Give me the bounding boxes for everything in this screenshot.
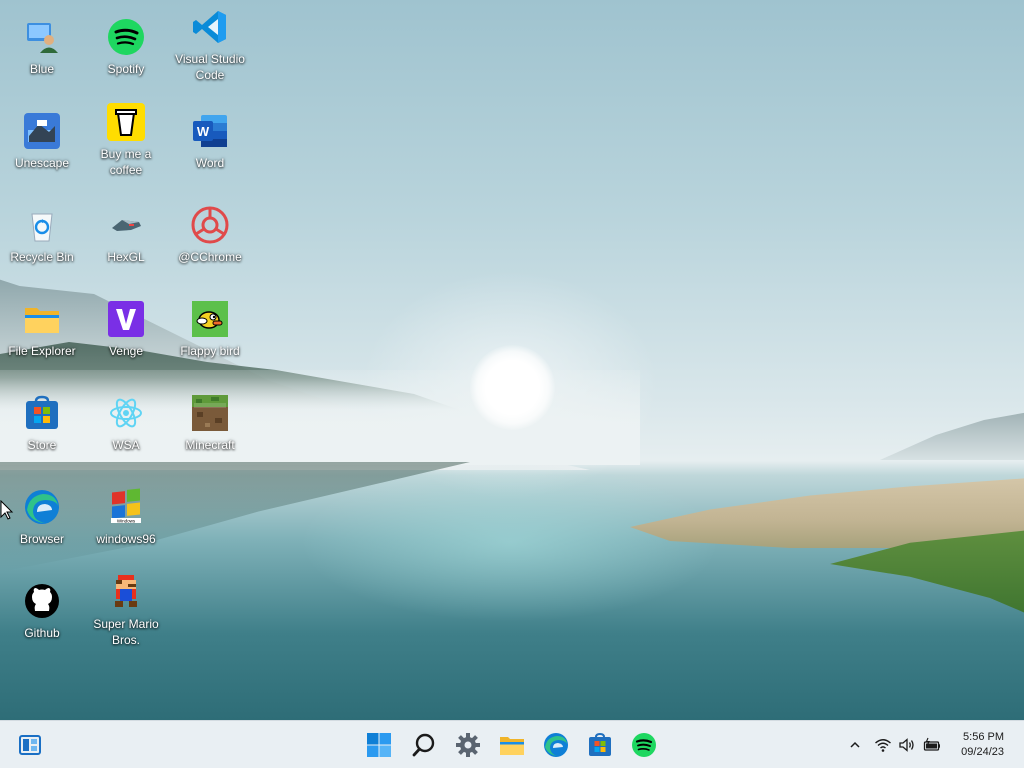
icon-label: @CChrome <box>178 250 242 264</box>
edge-icon <box>543 732 569 758</box>
icon-label: Minecraft <box>185 438 235 452</box>
volume-button[interactable] <box>897 735 917 755</box>
network-button[interactable] <box>873 735 893 755</box>
desktop-icon-store[interactable]: Store <box>0 394 84 453</box>
desktop-icon-flappy-bird[interactable]: Flappy bird <box>168 300 252 359</box>
file-explorer-icon <box>499 732 525 758</box>
folder-icon <box>23 300 61 338</box>
icon-label: Buy me a coffee <box>100 147 152 177</box>
icon-label: Blue <box>29 62 55 76</box>
settings-button[interactable] <box>452 729 484 761</box>
icon-label: Github <box>24 626 60 640</box>
spotify-icon <box>107 18 145 56</box>
store-icon <box>23 394 61 432</box>
spotify-icon <box>631 732 657 758</box>
desktop-icon-file-explorer[interactable]: File Explorer <box>0 300 84 359</box>
desktop-icon-venge[interactable]: Venge <box>84 300 168 359</box>
icon-label: Word <box>195 156 225 170</box>
cchrome-icon <box>191 206 229 244</box>
desktop-icon-hexgl[interactable]: HexGL <box>84 206 168 265</box>
start-windows-icon <box>366 732 392 758</box>
desktop-icon-vscode[interactable]: Visual Studio Code <box>168 8 252 83</box>
desktop-icon-cchrome[interactable]: @CChrome <box>168 206 252 265</box>
wifi-icon <box>874 736 892 754</box>
icon-label: File Explorer <box>8 344 76 358</box>
minecraft-icon <box>191 394 229 432</box>
start-button[interactable] <box>363 729 395 761</box>
venge-icon <box>107 300 145 338</box>
taskbar-store-button[interactable] <box>584 729 616 761</box>
svg-text:W: W <box>197 124 210 139</box>
desktop-icon-spotify[interactable]: Spotify <box>84 18 168 77</box>
vscode-icon <box>191 8 229 46</box>
icon-label: Spotify <box>107 62 145 76</box>
clock-time: 5:56 PM <box>963 731 1004 743</box>
icon-label: windows96 <box>96 532 156 546</box>
icon-label: HexGL <box>107 250 145 264</box>
widgets-icon <box>17 732 43 758</box>
distant-hill <box>880 410 1024 460</box>
volume-icon <box>898 736 916 754</box>
desktop-wallpaper: Blue Spotify Visual Studio Code Unescape… <box>0 0 1024 720</box>
unescape-game-icon <box>23 112 61 150</box>
store-icon <box>587 732 613 758</box>
icon-label: Unescape <box>14 156 70 170</box>
icon-label: Venge <box>108 344 144 358</box>
widgets-button[interactable] <box>14 729 46 761</box>
desktop-icon-windows96[interactable]: Windows windows96 <box>84 488 168 547</box>
mario-icon <box>107 573 145 611</box>
desktop-icon-recycle-bin[interactable]: Recycle Bin <box>0 206 84 265</box>
battery-icon <box>923 736 941 754</box>
chevron-up-icon <box>846 736 864 754</box>
settings-gear-icon <box>455 732 481 758</box>
flappy-bird-icon <box>191 300 229 338</box>
windows96-icon: Windows <box>107 488 145 526</box>
taskbar-spotify-button[interactable] <box>628 729 660 761</box>
svg-text:Windows: Windows <box>117 519 136 524</box>
clock[interactable]: 5:56 PM 09/24/23 <box>961 730 1004 760</box>
hexgl-ship-icon <box>107 206 145 244</box>
desktop-icon-github[interactable]: Github <box>0 582 84 641</box>
battery-button[interactable] <box>922 735 942 755</box>
coffee-cup-icon <box>107 103 145 141</box>
taskbar-edge-button[interactable] <box>540 729 572 761</box>
blue-user-icon <box>23 18 61 56</box>
icon-label: Browser <box>19 532 64 546</box>
clock-date: 09/24/23 <box>961 746 1004 758</box>
mouse-cursor <box>0 500 14 520</box>
desktop-icon-word[interactable]: W Word <box>168 112 252 171</box>
icon-label: Visual Studio Code <box>175 52 245 82</box>
edge-icon <box>23 488 61 526</box>
icon-label: Recycle Bin <box>10 250 74 264</box>
sun <box>470 345 555 430</box>
wsa-icon <box>107 394 145 432</box>
search-button[interactable] <box>408 729 440 761</box>
github-icon <box>23 582 61 620</box>
desktop-icon-wsa[interactable]: WSA <box>84 394 168 453</box>
show-hidden-icons-button[interactable] <box>845 735 865 755</box>
desktop-icon-unescape[interactable]: Unescape <box>0 112 84 171</box>
desktop-icon-minecraft[interactable]: Minecraft <box>168 394 252 453</box>
desktop-icon-super-mario-bros[interactable]: Super Mario Bros. <box>84 573 168 648</box>
word-icon: W <box>191 112 229 150</box>
icon-label: Flappy bird <box>180 344 240 358</box>
taskbar: 5:56 PM 09/24/23 <box>0 720 1024 768</box>
icon-label: Store <box>27 438 57 452</box>
icon-label: Super Mario Bros. <box>93 617 159 647</box>
recycle-bin-icon <box>23 206 61 244</box>
icon-label: WSA <box>112 438 140 452</box>
taskbar-file-explorer-button[interactable] <box>496 729 528 761</box>
desktop-icon-buy-me-a-coffee[interactable]: Buy me a coffee <box>84 103 168 178</box>
search-icon <box>411 732 437 758</box>
desktop-icon-blue[interactable]: Blue <box>0 18 84 77</box>
